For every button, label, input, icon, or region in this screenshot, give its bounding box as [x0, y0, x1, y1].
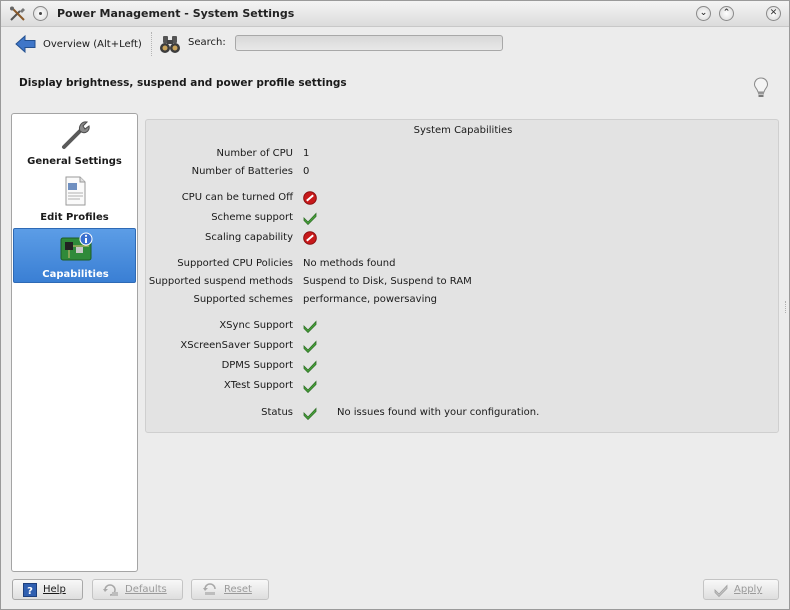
sidebar-item-edit-profiles[interactable]: Edit Profiles [13, 172, 136, 227]
row-supported-suspend-methods: Supported suspend methods Suspend to Dis… [146, 276, 780, 290]
page-description: Display brightness, suspend and power pr… [19, 77, 347, 89]
apply-label: Apply [734, 584, 763, 595]
sidebar-item-capabilities[interactable]: Capabilities [13, 228, 136, 283]
row-label: Supported suspend methods [148, 276, 293, 287]
help-icon: ? [23, 582, 37, 597]
help-label: Help [43, 584, 66, 595]
sidebar-item-label: Edit Profiles [40, 212, 109, 223]
row-label: Scheme support [211, 212, 293, 223]
svg-text:?: ? [27, 586, 33, 597]
apply-check-icon [714, 583, 728, 597]
row-value: Suspend to Disk, Suspend to RAM [303, 276, 472, 287]
checkmark-icon [303, 320, 317, 333]
checkmark-icon [303, 407, 317, 420]
maximize-button[interactable]: ⌃ [719, 6, 734, 21]
window-title: Power Management - System Settings [57, 7, 295, 20]
capabilities-panel: System Capabilities Number of CPU 1 Numb… [145, 119, 779, 433]
row-value: performance, powersaving [303, 294, 438, 305]
row-label: Status [261, 407, 293, 418]
lightbulb-icon[interactable] [753, 77, 769, 99]
overview-button[interactable]: Overview (Alt+Left) [15, 32, 145, 56]
toolbar: Overview (Alt+Left) Search: [1, 28, 789, 60]
row-dpms-support: DPMS Support [146, 360, 780, 374]
sidebar-item-label: General Settings [27, 156, 122, 167]
toolbar-separator [151, 32, 153, 56]
reset-button[interactable]: Reset [191, 579, 269, 600]
row-scheme-support: Scheme support [146, 212, 780, 226]
row-xtest-support: XTest Support [146, 380, 780, 394]
apply-button[interactable]: Apply [703, 579, 779, 600]
row-number-of-batteries: Number of Batteries 0 [146, 166, 780, 180]
search-input[interactable] [235, 35, 503, 51]
row-label: XSync Support [219, 320, 293, 331]
row-label: XTest Support [223, 380, 293, 391]
minimize-button[interactable]: ⌄ [696, 6, 711, 21]
row-label: Supported schemes [193, 294, 293, 305]
status-message: No issues found with your configuration. [337, 407, 540, 418]
row-number-of-cpu: Number of CPU 1 [146, 148, 780, 162]
row-label: Scaling capability [204, 232, 293, 243]
error-icon [303, 191, 317, 205]
row-value: 1 [303, 148, 310, 159]
row-label: DPMS Support [221, 360, 293, 371]
title-bar: Power Management - System Settings ⌄ ⌃ ✕ [1, 1, 789, 27]
help-button[interactable]: ? Help [12, 579, 83, 600]
splitter-handle[interactable] [785, 301, 788, 313]
sidebar-item-label: Capabilities [42, 269, 109, 280]
row-value: 0 [303, 166, 310, 177]
sidebar: General Settings Edit Profiles Capabilit… [11, 113, 138, 572]
reset-icon [203, 582, 216, 595]
row-scaling-capability: Scaling capability [146, 231, 780, 246]
panel-title: System Capabilities [413, 125, 513, 136]
overview-label: Overview (Alt+Left) [43, 38, 142, 50]
circuit-board-icon [60, 232, 93, 261]
window: Power Management - System Settings ⌄ ⌃ ✕… [0, 0, 790, 610]
row-supported-cpu-policies: Supported CPU Policies No methods found [146, 258, 780, 272]
row-status: Status No issues found with your configu… [146, 407, 780, 421]
search-label: Search: [188, 37, 226, 48]
defaults-label: Defaults [125, 584, 167, 595]
wrench-icon [62, 121, 90, 149]
arrow-left-icon [15, 34, 36, 54]
close-button[interactable]: ✕ [766, 6, 781, 21]
row-cpu-can-be-turned-off: CPU can be turned Off [146, 191, 780, 206]
row-label: Number of CPU [216, 148, 294, 159]
row-label: XScreenSaver Support [180, 340, 293, 351]
checkmark-icon [303, 360, 317, 373]
row-xsync-support: XSync Support [146, 320, 780, 334]
reset-label: Reset [224, 584, 252, 595]
defaults-icon [103, 583, 118, 596]
tools-icon[interactable] [9, 6, 27, 22]
sidebar-item-general-settings[interactable]: General Settings [13, 116, 136, 171]
document-icon [65, 176, 86, 206]
row-label: Number of Batteries [191, 166, 293, 177]
pin-button[interactable] [33, 6, 48, 21]
checkmark-icon [303, 380, 317, 393]
row-label: CPU can be turned Off [181, 192, 293, 203]
row-supported-schemes: Supported schemes performance, powersavi… [146, 294, 780, 308]
error-icon [303, 231, 317, 245]
row-value: No methods found [303, 258, 396, 269]
checkmark-icon [303, 340, 317, 353]
checkmark-icon [303, 212, 317, 225]
defaults-button[interactable]: Defaults [92, 579, 183, 600]
row-label: Supported CPU Policies [177, 258, 293, 269]
row-xscreensaver-support: XScreenSaver Support [146, 340, 780, 354]
binoculars-icon [160, 36, 180, 53]
